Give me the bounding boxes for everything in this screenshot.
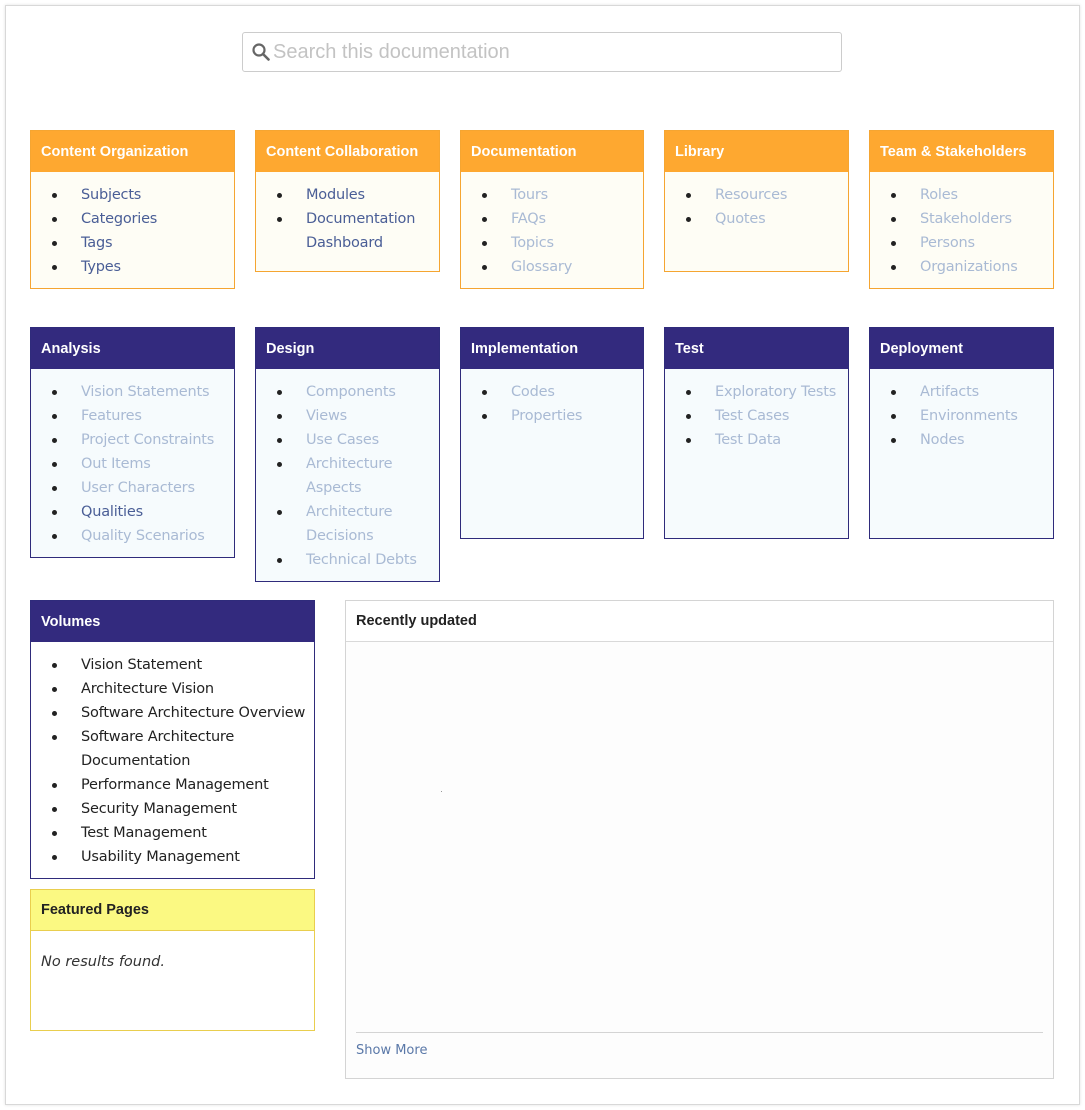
list-item[interactable]: Vision Statements (52, 380, 234, 404)
panel-title: Design (256, 328, 439, 369)
panel-list: Artifacts Environments Nodes (870, 369, 1053, 452)
list-item[interactable]: Categories (52, 207, 234, 231)
panel-documentation: Documentation Tours FAQs Topics Glossary (460, 130, 644, 289)
search-icon (243, 33, 273, 71)
list-item[interactable]: Architecture Decisions (277, 500, 439, 548)
panel-list: Components Views Use Cases Architecture … (256, 369, 439, 572)
panel-content-organization: Content Organization Subjects Categories… (30, 130, 235, 289)
panel-list: Vision Statements Features Project Const… (31, 369, 234, 548)
panel-list: Exploratory Tests Test Cases Test Data (665, 369, 848, 452)
volume-item[interactable]: Software Architecture Overview (52, 701, 314, 725)
loading-dot (441, 791, 442, 792)
list-item[interactable]: Topics (482, 231, 643, 255)
list-item[interactable]: Views (277, 404, 439, 428)
panel-list: Modules Documentation Dashboard (256, 172, 439, 255)
panel-design: Design Components Views Use Cases Archit… (255, 327, 440, 582)
list-item[interactable]: FAQs (482, 207, 643, 231)
panel-recently-updated: Recently updated Show More (345, 600, 1054, 1079)
panel-title: Team & Stakeholders (870, 131, 1053, 172)
list-item[interactable]: Project Constraints (52, 428, 234, 452)
list-item[interactable]: Out Items (52, 452, 234, 476)
list-item[interactable]: Organizations (891, 255, 1053, 279)
list-item[interactable]: Use Cases (277, 428, 439, 452)
list-item[interactable]: Glossary (482, 255, 643, 279)
search-input[interactable] (273, 34, 841, 70)
list-item[interactable]: Subjects (52, 183, 234, 207)
volumes-list: Vision Statement Architecture Vision Sof… (31, 642, 314, 869)
list-item[interactable]: Resources (686, 183, 848, 207)
list-item[interactable]: Persons (891, 231, 1053, 255)
panel-title: Analysis (31, 328, 234, 369)
panel-analysis: Analysis Vision Statements Features Proj… (30, 327, 235, 558)
panel-featured-pages: Featured Pages No results found. (30, 889, 315, 1031)
list-item[interactable]: Architecture Aspects (277, 452, 439, 500)
list-item[interactable]: Technical Debts (277, 548, 439, 572)
panel-content-collaboration: Content Collaboration Modules Documentat… (255, 130, 440, 272)
list-item[interactable]: Qualities (52, 500, 234, 524)
list-item[interactable]: Types (52, 255, 234, 279)
list-item[interactable]: Components (277, 380, 439, 404)
panel-volumes: Volumes Vision Statement Architecture Vi… (30, 600, 315, 879)
panel-title: Library (665, 131, 848, 172)
volume-item[interactable]: Security Management (52, 797, 314, 821)
list-item[interactable]: Nodes (891, 428, 1053, 452)
panel-title: Content Organization (31, 131, 234, 172)
recent-footer: Show More (356, 1032, 1043, 1058)
panel-test: Test Exploratory Tests Test Cases Test D… (664, 327, 849, 539)
list-item[interactable]: Documentation Dashboard (277, 207, 439, 255)
list-item[interactable]: Tags (52, 231, 234, 255)
list-item[interactable]: Properties (482, 404, 643, 428)
list-item[interactable]: Environments (891, 404, 1053, 428)
list-item[interactable]: Artifacts (891, 380, 1053, 404)
list-item[interactable]: Test Data (686, 428, 848, 452)
panel-list: Roles Stakeholders Persons Organizations (870, 172, 1053, 279)
panel-title: Volumes (31, 601, 314, 642)
panel-title: Test (665, 328, 848, 369)
show-more-link[interactable]: Show More (356, 1043, 427, 1058)
list-item[interactable]: Test Cases (686, 404, 848, 428)
panel-title: Implementation (461, 328, 643, 369)
panel-team-stakeholders: Team & Stakeholders Roles Stakeholders P… (869, 130, 1054, 289)
volume-item[interactable]: Vision Statement (52, 653, 314, 677)
panel-list: Resources Quotes (665, 172, 848, 231)
list-item[interactable]: Codes (482, 380, 643, 404)
volume-item[interactable]: Software Architecture Documentation (52, 725, 314, 773)
panel-title: Documentation (461, 131, 643, 172)
volume-item[interactable]: Architecture Vision (52, 677, 314, 701)
panel-deployment: Deployment Artifacts Environments Nodes (869, 327, 1054, 539)
list-item[interactable]: Exploratory Tests (686, 380, 848, 404)
volume-item[interactable]: Test Management (52, 821, 314, 845)
panel-list: Codes Properties (461, 369, 643, 428)
volume-item[interactable]: Usability Management (52, 845, 314, 869)
panel-title: Content Collaboration (256, 131, 439, 172)
list-item[interactable]: Quality Scenarios (52, 524, 234, 548)
panel-library: Library Resources Quotes (664, 130, 849, 272)
panel-title: Deployment (870, 328, 1053, 369)
panel-title: Recently updated (346, 601, 1053, 642)
panel-list: Tours FAQs Topics Glossary (461, 172, 643, 279)
search-box[interactable] (242, 32, 842, 72)
list-item[interactable]: Features (52, 404, 234, 428)
list-item[interactable]: Roles (891, 183, 1053, 207)
panel-implementation: Implementation Codes Properties (460, 327, 644, 539)
list-item[interactable]: Stakeholders (891, 207, 1053, 231)
list-item[interactable]: Modules (277, 183, 439, 207)
no-results-text: No results found. (41, 954, 166, 970)
list-item[interactable]: Quotes (686, 207, 848, 231)
panel-list: Subjects Categories Tags Types (31, 172, 234, 279)
panel-title: Featured Pages (31, 890, 314, 931)
volume-item[interactable]: Performance Management (52, 773, 314, 797)
list-item[interactable]: Tours (482, 183, 643, 207)
list-item[interactable]: User Characters (52, 476, 234, 500)
